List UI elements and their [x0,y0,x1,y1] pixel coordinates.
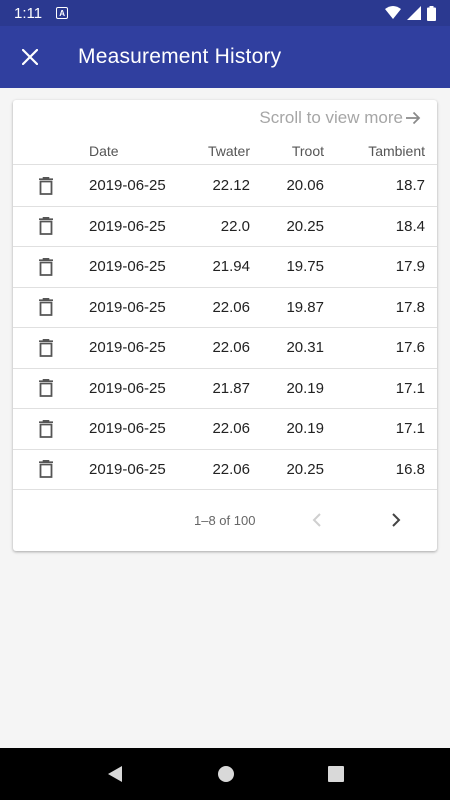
table-row: 2019-06-25 21.94 19.75 17.9 [13,247,437,288]
header-troot[interactable]: Troot [292,137,324,164]
cell-date: 2019-06-25 [89,460,166,478]
header-date[interactable]: Date [89,137,119,164]
table-row: 2019-06-25 22.06 20.25 16.8 [13,450,437,490]
next-page-button[interactable] [381,499,411,541]
cell-twater: 22.06 [212,298,250,316]
system-nav-bar [0,748,450,800]
cell-troot: 19.75 [286,258,324,276]
table-row: 2019-06-25 22.0 20.25 18.4 [13,207,437,247]
chevron-right-icon [392,513,401,527]
previous-page-button[interactable] [302,499,332,541]
measurement-card: Scroll to view more Date Twater Troot Ta… [13,100,437,551]
status-bar: 1:11 A [0,0,450,26]
scroll-hint-label: Scroll to view more [259,108,403,127]
delete-button[interactable] [36,166,56,206]
delete-button[interactable] [36,409,56,449]
cell-troot: 20.19 [286,420,324,438]
cell-tambient: 17.6 [395,339,425,357]
page-title: Measurement History [78,45,282,68]
app-bar: Measurement History [0,26,450,88]
close-icon [22,49,38,65]
back-icon[interactable] [106,765,124,783]
cell-tambient: 17.1 [395,420,425,438]
cell-date: 2019-06-25 [89,258,166,276]
home-icon[interactable] [217,765,235,783]
cell-tambient: 17.8 [395,298,425,316]
scroll-hint: Scroll to view more [259,106,421,130]
status-time: 1:11 [14,4,43,22]
trash-icon [39,298,53,317]
cell-twater: 21.87 [212,379,250,397]
battery-icon [427,5,436,21]
cell-troot: 19.87 [286,298,324,316]
cell-tambient: 18.4 [395,217,425,235]
cell-date: 2019-06-25 [89,420,166,438]
signal-icon [407,6,421,20]
table-row: 2019-06-25 22.06 20.19 17.1 [13,409,437,450]
notification-a-icon: A [56,7,69,19]
pagination-footer: 1–8 of 100 [13,499,437,541]
arrow-right-icon [406,111,421,125]
cell-date: 2019-06-25 [89,217,166,235]
cell-date: 2019-06-25 [89,177,166,195]
cell-twater: 22.06 [212,339,250,357]
cell-tambient: 17.9 [395,258,425,276]
cell-date: 2019-06-25 [89,339,166,357]
cell-tambient: 18.7 [395,177,425,195]
delete-button[interactable] [36,328,56,368]
delete-button[interactable] [36,369,56,409]
delete-button[interactable] [36,247,56,287]
table-row: 2019-06-25 22.06 19.87 17.8 [13,288,437,328]
cell-troot: 20.06 [286,177,324,195]
cell-twater: 22.12 [212,177,250,195]
cell-twater: 21.94 [212,258,250,276]
cell-troot: 20.25 [286,460,324,478]
cell-date: 2019-06-25 [89,298,166,316]
trash-icon [39,379,53,398]
cell-twater: 22.0 [220,217,250,235]
header-tambient[interactable]: Tambient [368,137,425,164]
cell-tambient: 16.8 [395,460,425,478]
table-row: 2019-06-25 22.12 20.06 18.7 [13,166,437,207]
cell-troot: 20.25 [286,217,324,235]
recents-icon[interactable] [327,766,344,782]
trash-icon [39,338,53,357]
trash-icon [39,217,53,236]
chevron-left-icon [312,513,321,527]
cell-twater: 22.06 [212,420,250,438]
table-row: 2019-06-25 21.87 20.19 17.1 [13,369,437,409]
wifi-icon [385,6,401,19]
status-icons [385,5,436,21]
table-header: Date Twater Troot Tambient [13,137,437,165]
cell-tambient: 17.1 [395,379,425,397]
cell-twater: 22.06 [212,460,250,478]
delete-button[interactable] [36,288,56,328]
trash-icon [39,460,53,479]
trash-icon [39,176,53,195]
cell-date: 2019-06-25 [89,379,166,397]
table-row: 2019-06-25 22.06 20.31 17.6 [13,328,437,369]
page-range: 1–8 of 100 [194,512,256,528]
close-button[interactable] [0,26,60,88]
trash-icon [39,257,53,276]
cell-troot: 20.31 [286,339,324,357]
delete-button[interactable] [36,207,56,247]
delete-button[interactable] [36,450,56,490]
trash-icon [39,419,53,438]
header-twater[interactable]: Twater [208,137,250,164]
cell-troot: 20.19 [286,379,324,397]
